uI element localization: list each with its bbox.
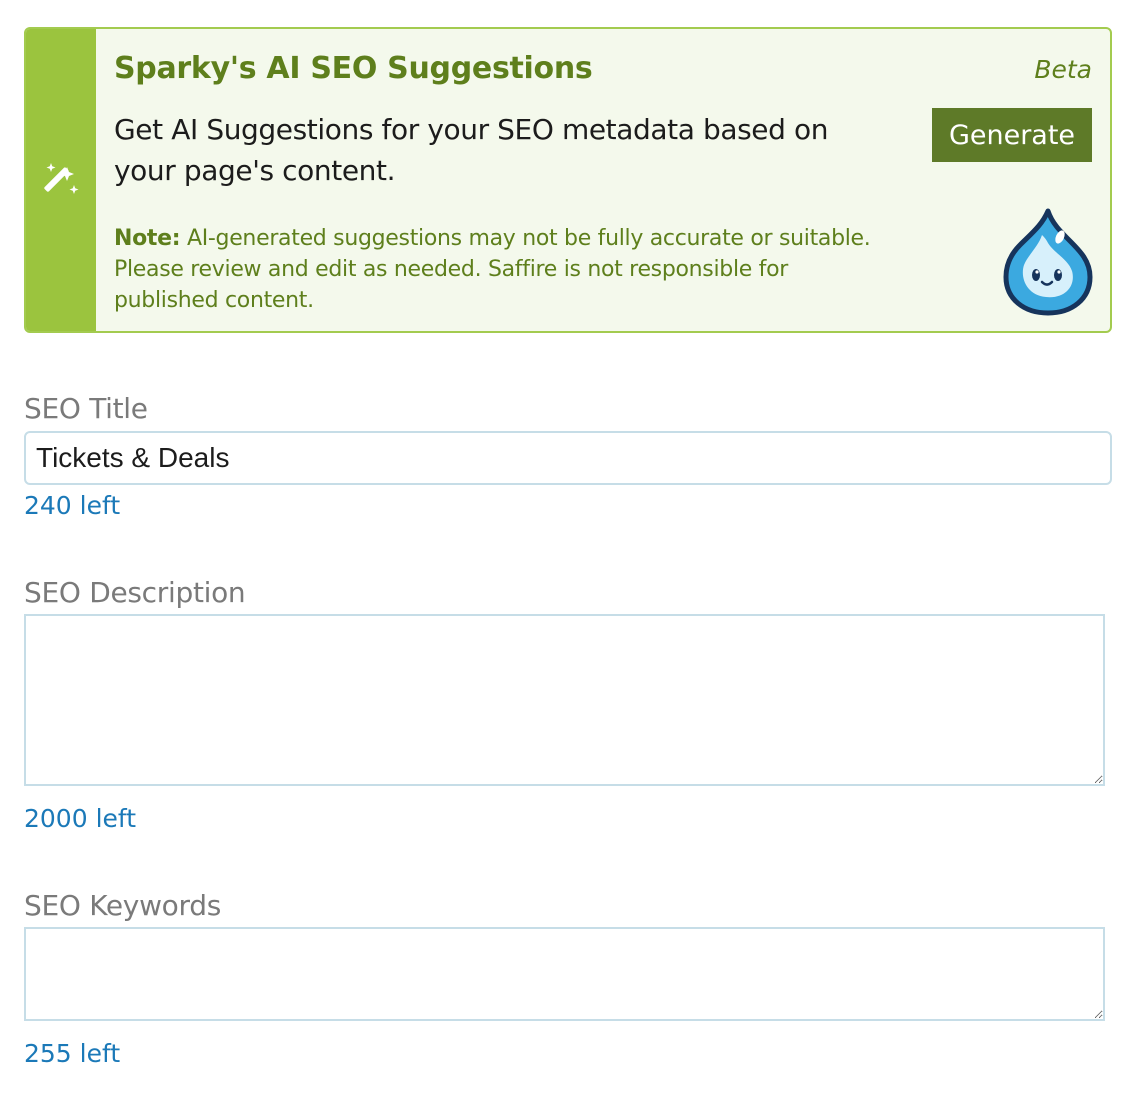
- panel-title: Sparky's AI SEO Suggestions: [114, 51, 593, 86]
- seo-title-input[interactable]: [24, 431, 1112, 485]
- disclaimer-note: Note: AI-generated suggestions may not b…: [114, 223, 884, 316]
- beta-badge: Beta: [1034, 55, 1092, 84]
- seo-keywords-label: SEO Keywords: [24, 889, 221, 922]
- seo-title-label: SEO Title: [24, 392, 148, 425]
- seo-title-counter: 240 left: [24, 491, 121, 520]
- seo-description-label: SEO Description: [24, 576, 246, 609]
- seo-description-textarea[interactable]: [24, 614, 1105, 786]
- generate-button[interactable]: Generate: [932, 108, 1092, 162]
- magic-wand-icon: [44, 163, 79, 194]
- panel-accent-stripe: [26, 29, 96, 331]
- ai-suggestions-panel: Sparky's AI SEO Suggestions Beta Get AI …: [24, 27, 1112, 333]
- note-label: Note:: [114, 226, 181, 251]
- panel-description: Get AI Suggestions for your SEO metadata…: [114, 113, 829, 187]
- seo-keywords-counter: 255 left: [24, 1039, 121, 1068]
- seo-keywords-textarea[interactable]: [24, 927, 1105, 1021]
- water-drop-mascot-icon: [1003, 208, 1093, 316]
- seo-description-counter: 2000 left: [24, 804, 137, 833]
- note-text: AI-generated suggestions may not be full…: [114, 226, 871, 313]
